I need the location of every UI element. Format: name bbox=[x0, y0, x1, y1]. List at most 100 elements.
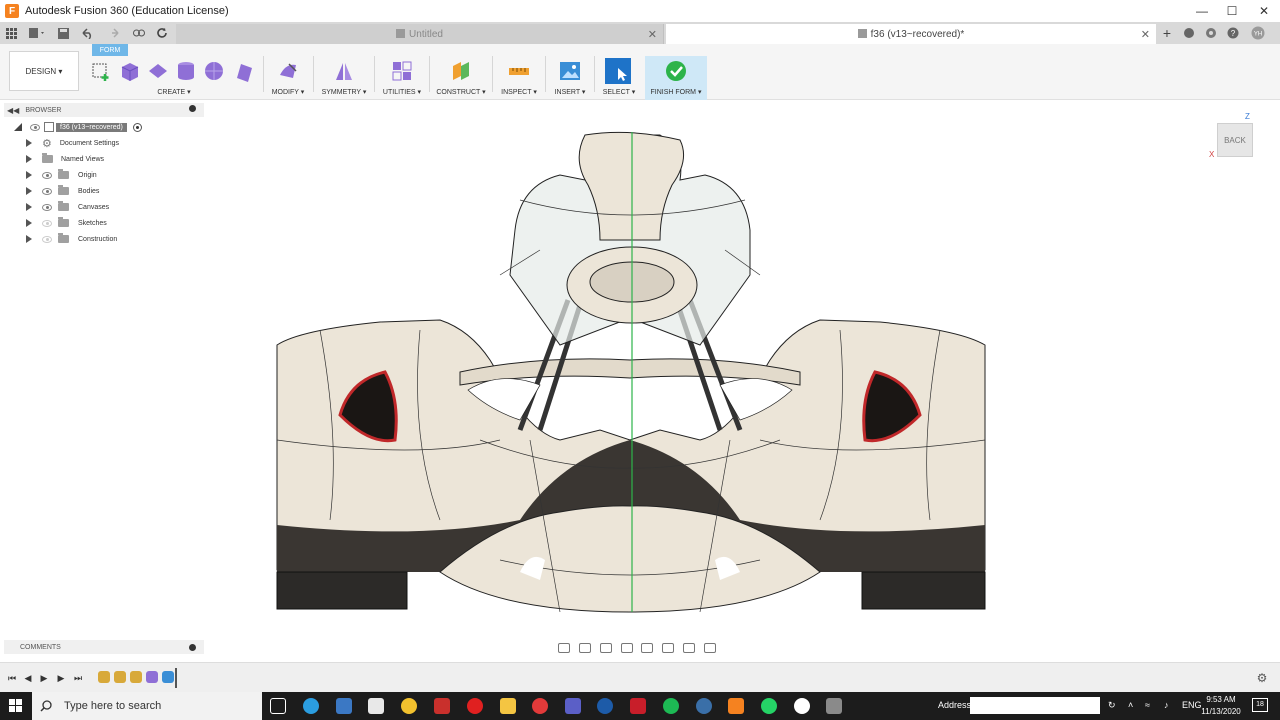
timeline-feature-icon[interactable] bbox=[98, 671, 110, 683]
browser-item-named-views[interactable]: Named Views bbox=[26, 151, 104, 167]
tab-f36[interactable]: f36 (v13~recovered)* ✕ bbox=[666, 24, 1156, 44]
step-forward-icon[interactable]: ▶ bbox=[55, 672, 67, 684]
user-avatar[interactable]: YH bbox=[1250, 25, 1266, 41]
help-icon[interactable]: ? bbox=[1226, 25, 1240, 41]
fusion-360-taskbar-icon[interactable] bbox=[728, 698, 744, 714]
fit-zoom-icon[interactable] bbox=[641, 642, 654, 653]
refresh-address-icon[interactable]: ↻ bbox=[1108, 700, 1116, 711]
modify-group-label[interactable]: MODIFY ▾ bbox=[266, 88, 310, 96]
create-group-label[interactable]: CREATE ▾ bbox=[88, 88, 260, 96]
box-icon[interactable] bbox=[119, 60, 141, 82]
edit-form-icon[interactable] bbox=[277, 60, 299, 82]
close-tab-f36-icon[interactable]: ✕ bbox=[1141, 28, 1150, 41]
app-red-icon[interactable] bbox=[532, 698, 548, 714]
expand-triangle-icon[interactable] bbox=[14, 123, 22, 131]
save-icon[interactable] bbox=[56, 25, 70, 41]
mirror-internal-icon[interactable] bbox=[333, 60, 355, 82]
viewcube[interactable]: BACK bbox=[1217, 123, 1253, 157]
visibility-eye-off-icon[interactable] bbox=[42, 235, 52, 243]
comments-panel[interactable]: COMMENTS bbox=[4, 640, 204, 654]
edge-browser-icon[interactable] bbox=[303, 698, 319, 714]
construct-group-label[interactable]: CONSTRUCT ▾ bbox=[433, 88, 489, 96]
cylinder-icon[interactable] bbox=[175, 60, 197, 82]
browser-item-sketches[interactable]: Sketches bbox=[26, 215, 107, 231]
visibility-eye-off-icon[interactable] bbox=[42, 219, 52, 227]
mail-icon[interactable] bbox=[336, 698, 352, 714]
whatsapp-icon[interactable] bbox=[761, 698, 777, 714]
app-compass-icon[interactable] bbox=[696, 698, 712, 714]
new-tab-plus-icon[interactable]: + bbox=[1160, 25, 1174, 41]
timeline-settings-gear-icon[interactable]: ⚙ bbox=[1256, 671, 1268, 685]
expand-arrow-icon[interactable] bbox=[26, 187, 32, 195]
browser-root-row[interactable]: f36 (v13~recovered) bbox=[14, 119, 142, 135]
display-settings-icon[interactable] bbox=[662, 642, 675, 653]
expand-arrow-icon[interactable] bbox=[26, 235, 32, 243]
finish-form-label[interactable]: FINISH FORM ▾ bbox=[645, 88, 707, 96]
insert-group-label[interactable]: INSERT ▾ bbox=[549, 88, 591, 96]
activate-radio-icon[interactable] bbox=[132, 122, 142, 132]
network-icon[interactable]: ≈ bbox=[1145, 700, 1150, 710]
grid-settings-icon[interactable] bbox=[682, 642, 695, 653]
taskbar-clock[interactable]: 9:53 AM 11/13/2020 bbox=[1198, 694, 1244, 718]
expand-arrow-icon[interactable] bbox=[26, 203, 32, 211]
step-back-icon[interactable]: ◀ bbox=[22, 672, 34, 684]
notifications-badge[interactable]: 18 bbox=[1252, 698, 1268, 712]
insert-image-icon[interactable] bbox=[559, 60, 581, 82]
acrobat-icon[interactable] bbox=[630, 698, 646, 714]
play-icon[interactable]: ▶ bbox=[38, 672, 50, 684]
quadball-icon[interactable] bbox=[233, 60, 255, 82]
job-status-clock-icon[interactable] bbox=[1204, 25, 1218, 41]
go-to-end-icon[interactable]: ⏭ bbox=[72, 672, 84, 684]
timeline-form-feature-icon[interactable] bbox=[146, 671, 158, 683]
data-panel-grid-icon[interactable] bbox=[4, 25, 18, 41]
windows-start-icon[interactable] bbox=[0, 692, 32, 720]
pan-hand-icon[interactable] bbox=[599, 642, 612, 653]
visibility-eye-icon[interactable] bbox=[42, 187, 52, 195]
volume-icon[interactable]: ♪ bbox=[1164, 700, 1169, 710]
measure-ruler-icon[interactable] bbox=[508, 60, 530, 82]
app-circle-icon[interactable] bbox=[794, 698, 810, 714]
gift-app-icon[interactable] bbox=[434, 698, 450, 714]
teams-icon[interactable] bbox=[565, 698, 581, 714]
tab-untitled[interactable]: Untitled ✕ bbox=[176, 24, 664, 44]
refresh-icon[interactable] bbox=[154, 25, 170, 41]
close-tab-untitled-icon[interactable]: ✕ bbox=[648, 28, 657, 41]
utilities-icon[interactable] bbox=[391, 60, 413, 82]
symmetry-group-label[interactable]: SYMMETRY ▾ bbox=[317, 88, 371, 96]
chrome-icon[interactable] bbox=[401, 698, 417, 714]
redo-icon[interactable] bbox=[104, 25, 126, 41]
browser-item-document-settings[interactable]: ⚙ Document Settings bbox=[26, 135, 119, 151]
timeline-feature-icon[interactable] bbox=[130, 671, 142, 683]
close-window-button[interactable]: ✕ bbox=[1248, 0, 1280, 22]
sphere-icon[interactable] bbox=[203, 60, 225, 82]
comments-add-icon[interactable] bbox=[189, 644, 196, 651]
collapse-browser-icon[interactable]: ◀◀ bbox=[7, 106, 19, 115]
store-icon[interactable] bbox=[368, 698, 384, 714]
browser-item-bodies[interactable]: Bodies bbox=[26, 183, 99, 199]
expand-arrow-icon[interactable] bbox=[26, 171, 32, 179]
plane-icon[interactable] bbox=[147, 60, 169, 82]
go-to-start-icon[interactable]: ⏮ bbox=[6, 672, 18, 684]
car-body-model[interactable] bbox=[205, 100, 1280, 660]
extensions-icon[interactable] bbox=[1182, 25, 1196, 41]
browser-item-origin[interactable]: Origin bbox=[26, 167, 97, 183]
workspace-tab-form[interactable]: FORM bbox=[92, 44, 128, 56]
zoom-icon[interactable] bbox=[620, 642, 633, 653]
offset-plane-icon[interactable] bbox=[450, 60, 472, 82]
undo-icon[interactable] bbox=[78, 25, 100, 41]
app-blue-icon[interactable] bbox=[597, 698, 613, 714]
app-tool-icon[interactable] bbox=[826, 698, 842, 714]
timeline-feature-icon[interactable] bbox=[114, 671, 126, 683]
expand-arrow-icon[interactable] bbox=[26, 219, 32, 227]
visibility-eye-icon[interactable] bbox=[30, 123, 40, 131]
finish-form-checkmark-icon[interactable] bbox=[665, 60, 687, 82]
create-sketch-icon[interactable] bbox=[91, 60, 113, 82]
maximize-button[interactable]: ☐ bbox=[1216, 0, 1248, 22]
look-at-icon[interactable] bbox=[579, 642, 592, 653]
spotify-icon[interactable] bbox=[663, 698, 679, 714]
job-status-icon[interactable] bbox=[132, 25, 146, 41]
minimize-button[interactable]: — bbox=[1186, 0, 1218, 22]
file-menu-icon[interactable] bbox=[26, 25, 48, 41]
browser-item-construction[interactable]: Construction bbox=[26, 231, 117, 247]
tray-overflow-chevron-icon[interactable]: ˄ bbox=[1128, 700, 1133, 710]
